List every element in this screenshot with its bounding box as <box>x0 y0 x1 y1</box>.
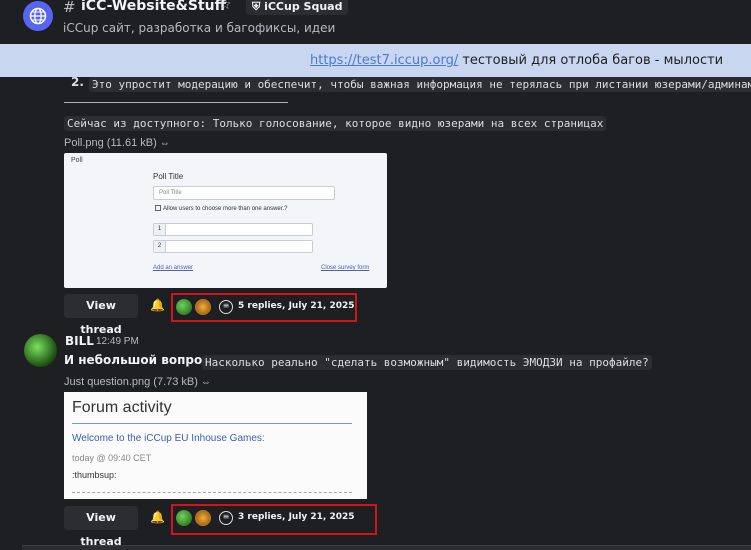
inline-code: Сейчас из доступного: Только голосование… <box>64 116 607 131</box>
topic-banner: https://test7.iccup.org/ тестовый для от… <box>0 44 751 101</box>
participant-avatar <box>195 299 211 315</box>
poll-option: 1 <box>153 223 313 236</box>
add-answer-link: Add an answer <box>153 265 194 271</box>
attachment-label: Poll.png (11.61 kB) ⇔ <box>64 137 170 149</box>
bell-icon[interactable]: 🔔 <box>150 510 165 524</box>
poll-option-number: 1 <box>154 224 166 235</box>
avatar[interactable] <box>24 334 57 367</box>
replies-count[interactable]: 5 replies, July 21, 2025 <box>238 301 355 311</box>
poll-checkbox-label: Allow users to choose more than one answ… <box>163 206 288 212</box>
replies-count[interactable]: 3 replies, July 21, 2025 <box>238 512 355 522</box>
forum-welcome: Welcome to the iCCup EU Inhouse Games: <box>72 433 265 444</box>
view-thread-button[interactable]: View thread <box>64 506 138 548</box>
test-link[interactable]: https://test7.iccup.org/ <box>310 53 458 68</box>
forum-thumb: :thumbsup: <box>72 470 117 480</box>
bell-icon[interactable]: 🔔 <box>150 298 165 312</box>
inline-code: Это упростит модерацию и обеспечит, чтоб… <box>89 77 751 92</box>
poll-option-number: 2 <box>154 241 166 252</box>
forum-screenshot[interactable]: Forum activity Welcome to the iCCup EU I… <box>64 392 367 499</box>
link-icon[interactable]: ⇔ <box>160 138 170 149</box>
squad-label: iCCup Squad <box>264 0 343 13</box>
poll-title-label: Poll Title <box>153 172 184 181</box>
poll-corner: Poll <box>71 157 83 164</box>
replies-icon: ≡ <box>219 511 233 525</box>
inline-code: Насколько реально "сделать возможным" ви… <box>202 355 652 370</box>
attachment-name[interactable]: Poll.png (11.61 kB) <box>64 137 157 149</box>
list-number: 2. <box>71 75 84 89</box>
channel-header: # iCC-Website&Stuff ☆ ⛨ iCCup Squad iCCu… <box>0 0 751 44</box>
timestamp: 12:49 PM <box>96 336 139 347</box>
view-thread-button[interactable]: View thread <box>64 294 138 336</box>
forum-title: Forum activity <box>72 399 172 416</box>
close-survey-link: Close survey form <box>321 265 370 271</box>
forum-divider <box>72 423 352 424</box>
poll-option: 2 <box>153 240 313 253</box>
participant-avatar <box>176 299 192 315</box>
channel-hash-icon: # <box>63 0 76 16</box>
author-name[interactable]: BILL <box>65 334 94 348</box>
replies-icon: ≡ <box>219 300 233 314</box>
poll-screenshot[interactable]: Poll Poll Title Poll Title Allow users t… <box>64 153 387 288</box>
channel-title: iCC-Website&Stuff <box>81 0 226 14</box>
channel-subtitle: iCCup сайт, разработка и багофиксы, идеи <box>63 21 336 35</box>
checkbox-icon <box>155 205 161 211</box>
link-icon[interactable]: ⇔ <box>201 377 211 388</box>
star-icon[interactable]: ☆ <box>219 0 232 13</box>
attachment-label: Just question.png (7.73 kB) ⇔ <box>64 376 211 388</box>
squad-icon: ⛨ <box>252 0 261 13</box>
divider <box>64 102 288 103</box>
message-input-edge[interactable] <box>22 545 751 550</box>
forum-time: today @ 09:40 CET <box>72 453 152 463</box>
globe-icon <box>23 1 53 31</box>
squad-badge[interactable]: ⛨ iCCup Squad <box>246 0 349 15</box>
participant-avatar <box>195 510 211 526</box>
poll-title-input: Poll Title <box>153 186 335 200</box>
poll-checkbox: Allow users to choose more than one answ… <box>155 205 287 212</box>
message-bold-text: И небольшой вопрос: <box>64 353 215 367</box>
participant-avatar <box>176 510 192 526</box>
forum-dash <box>72 492 352 493</box>
attachment-name[interactable]: Just question.png (7.73 kB) <box>64 376 198 388</box>
